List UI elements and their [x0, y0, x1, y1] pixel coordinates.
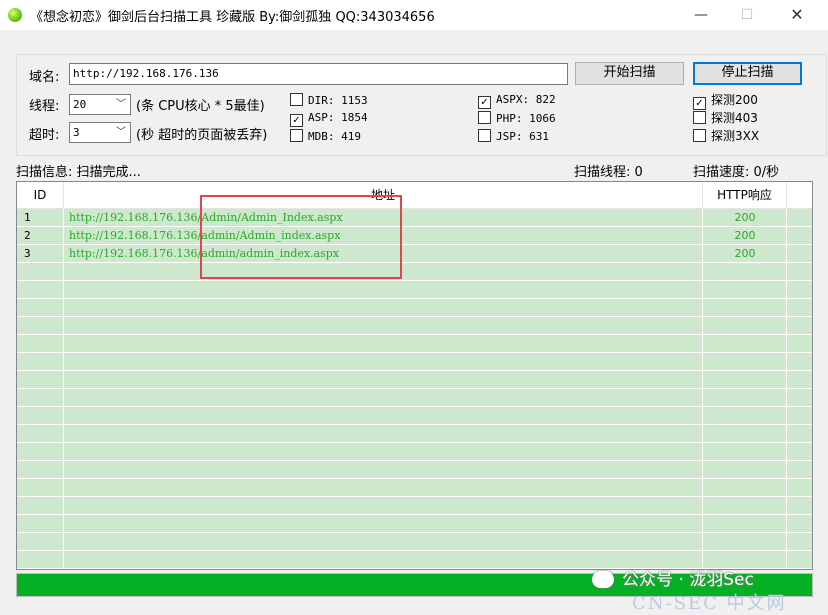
watermark: 公众号 · 泷羽Sec	[592, 565, 754, 590]
column-header-id[interactable]: ID	[17, 182, 64, 208]
probe-3xx-checkbox[interactable]: 探测3XX	[693, 129, 759, 143]
threads-hint: (条 CPU核心 * 5最佳)	[136, 99, 265, 114]
dict-aspx-checkbox[interactable]: ✓ ASPX: 822	[478, 93, 556, 109]
cell-http: 200	[734, 229, 756, 242]
domain-input[interactable]: http://192.168.176.136	[69, 63, 568, 85]
probe-403-checkbox[interactable]: 探测403	[693, 111, 758, 125]
scan-threads: 扫描线程: 0	[574, 165, 643, 180]
checkbox-box	[290, 129, 303, 142]
checkbox-box	[290, 93, 303, 106]
checkmark-icon: ✓	[290, 114, 303, 127]
table-row[interactable]: 1 http://192.168.176.136/Admin/Admin_Ind…	[17, 209, 812, 227]
chevron-down-icon: ﹀	[116, 127, 126, 138]
cell-id: 3	[24, 247, 31, 260]
window-title: 《想念初恋》御剑后台扫描工具 珍藏版 By:御剑孤独 QQ:343034656	[30, 10, 435, 25]
timeout-value: 3	[73, 126, 80, 139]
checkbox-box	[478, 129, 491, 142]
column-divider	[702, 209, 703, 569]
cell-id: 1	[24, 211, 31, 224]
maximize-icon[interactable]: ☐	[724, 0, 770, 30]
dict-asp-checkbox[interactable]: ✓ ASP: 1854	[290, 111, 368, 127]
cell-id: 2	[24, 229, 31, 242]
chevron-down-icon: ﹀	[116, 99, 126, 110]
dict-php-checkbox[interactable]: PHP: 1066	[478, 111, 556, 126]
timeout-label: 超时:	[29, 128, 60, 143]
threads-label: 线程:	[29, 99, 60, 114]
scan-speed: 扫描速度: 0/秒	[693, 165, 780, 180]
stop-scan-button[interactable]: 停止扫描	[693, 62, 802, 85]
scan-info: 扫描信息: 扫描完成...	[16, 165, 141, 180]
wechat-icon	[592, 571, 614, 588]
title-bar: 《想念初恋》御剑后台扫描工具 珍藏版 By:御剑孤独 QQ:343034656 …	[0, 0, 828, 30]
threads-select[interactable]: 20 ﹀	[69, 94, 131, 115]
cell-http: 200	[734, 247, 756, 260]
checkbox-box	[478, 111, 491, 124]
timeout-hint: (秒 超时的页面被丢弃)	[136, 128, 268, 143]
probe-200-checkbox[interactable]: ✓ 探测200	[693, 93, 758, 110]
close-icon[interactable]: ✕	[774, 0, 820, 30]
checkbox-box	[693, 111, 706, 124]
dict-mdb-checkbox[interactable]: MDB: 419	[290, 129, 361, 144]
watermark-site: CN-SEC 中文网	[632, 593, 787, 614]
results-table[interactable]: ID 地址 HTTP响应 1 http://192.168.176.136/Ad…	[16, 181, 813, 570]
cell-http: 200	[734, 211, 756, 224]
table-body: 1 http://192.168.176.136/Admin/Admin_Ind…	[17, 209, 812, 569]
dict-jsp-checkbox[interactable]: JSP: 631	[478, 129, 549, 144]
dict-dir-checkbox[interactable]: DIR: 1153	[290, 93, 368, 108]
domain-label: 域名:	[29, 70, 60, 85]
checkmark-icon: ✓	[478, 96, 491, 109]
annotation-highlight-box	[200, 195, 402, 279]
table-row[interactable]: 2 http://192.168.176.136/admin/Admin_ind…	[17, 227, 812, 245]
column-divider	[63, 209, 64, 569]
start-scan-button[interactable]: 开始扫描	[575, 62, 684, 85]
column-header-http[interactable]: HTTP响应	[703, 182, 787, 208]
minimize-icon[interactable]: —	[678, 0, 724, 30]
threads-value: 20	[73, 98, 87, 111]
checkbox-box	[693, 129, 706, 142]
timeout-select[interactable]: 3 ﹀	[69, 122, 131, 143]
column-divider	[786, 209, 787, 569]
table-header: ID 地址 HTTP响应	[17, 182, 812, 209]
table-row[interactable]: 3 http://192.168.176.136/admin/admin_ind…	[17, 245, 812, 263]
checkmark-icon: ✓	[693, 97, 706, 110]
app-icon	[8, 8, 22, 22]
